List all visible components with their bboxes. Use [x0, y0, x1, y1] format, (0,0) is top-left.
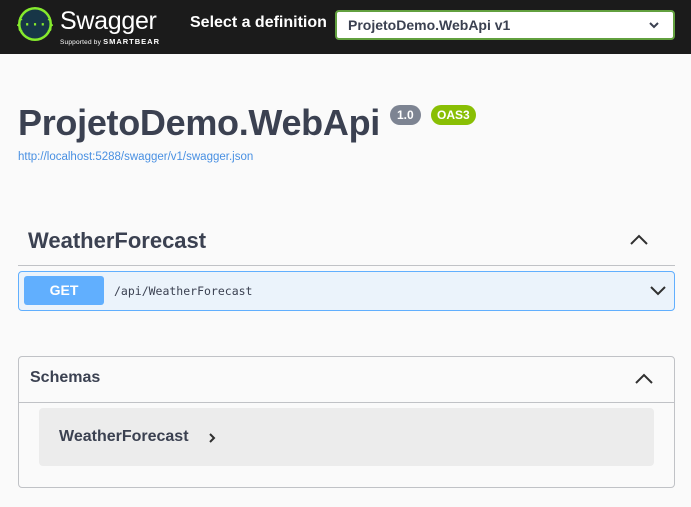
tag-title: WeatherForecast [28, 228, 207, 253]
logo-text[interactable]: Swagger [60, 7, 157, 36]
spec-url-link[interactable]: http://localhost:5288/swagger/v1/swagger… [18, 151, 253, 163]
operation-get-weatherforecast[interactable]: GET /api/WeatherForecast [18, 271, 675, 311]
model-name: WeatherForecast [59, 428, 189, 445]
oas-badge: OAS3 [431, 105, 476, 125]
definition-select[interactable]: ProjetoDemo.WebApi v1 [335, 10, 675, 40]
schemas-header[interactable]: Schemas [19, 357, 674, 403]
definition-select-label: Select a definition [190, 14, 327, 31]
chevron-up-icon[interactable] [629, 233, 649, 247]
svg-text:{···}: {···} [17, 18, 53, 33]
schemas-title: Schemas [30, 369, 101, 386]
tag-header-weatherforecast[interactable]: WeatherForecast [18, 216, 675, 266]
topbar: {···} Swagger Supported by SMARTBEAR Sel… [0, 0, 691, 54]
chevron-up-icon[interactable] [634, 372, 654, 386]
api-title: ProjetoDemo.WebApi [18, 102, 380, 143]
definition-select-value: ProjetoDemo.WebApi v1 [348, 17, 511, 33]
logo-sub-brand: SMARTBEAR [103, 37, 161, 46]
method-badge: GET [24, 276, 104, 305]
swagger-logo-icon[interactable]: {···} [17, 6, 53, 42]
chevron-down-icon[interactable] [649, 285, 667, 297]
logo-sub-prefix: Supported by [60, 39, 102, 46]
chevron-down-icon [649, 22, 659, 29]
schemas-section: Schemas WeatherForecast [18, 356, 675, 488]
operation-path: /api/WeatherForecast [114, 284, 253, 298]
logo-subtitle: Supported by SMARTBEAR [60, 37, 160, 46]
chevron-right-icon[interactable] [208, 432, 216, 444]
model-weatherforecast[interactable]: WeatherForecast [39, 408, 654, 466]
version-badge: 1.0 [390, 105, 421, 125]
